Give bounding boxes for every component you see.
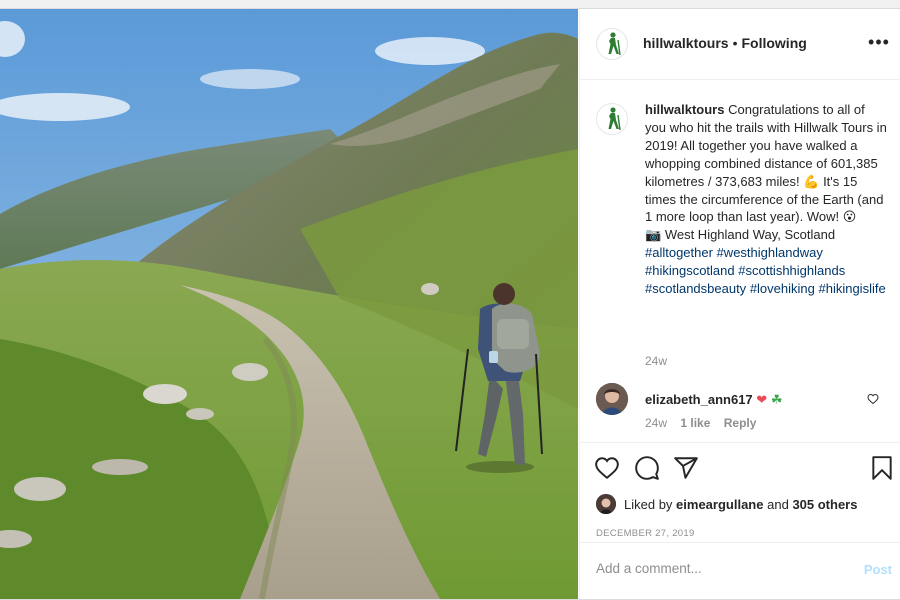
share-paper-plane-icon[interactable] bbox=[673, 455, 699, 481]
post-comment-button[interactable]: Post bbox=[864, 562, 892, 577]
comment-line: elizabeth_ann617 ❤ ☘ bbox=[645, 392, 782, 408]
post-details-panel: hillwalktours • Following ••• hillwalktour… bbox=[579, 9, 900, 599]
red-heart-emoji: ❤ bbox=[756, 392, 768, 407]
hashtag-link[interactable]: #scotlandsbeauty bbox=[645, 281, 746, 296]
following-button[interactable]: Following bbox=[741, 35, 806, 51]
shamrock-emoji: ☘ bbox=[770, 392, 783, 407]
liked-by-others-link[interactable]: 305 others bbox=[792, 497, 857, 512]
reply-button[interactable]: Reply bbox=[724, 416, 757, 430]
hashtag-link[interactable]: #westhighlandway bbox=[717, 245, 823, 260]
bookmark-icon[interactable] bbox=[869, 455, 895, 481]
hashtag-link[interactable]: #lovehiking bbox=[750, 281, 815, 296]
commenter-avatar[interactable] bbox=[596, 383, 628, 415]
separator-dot: • bbox=[732, 35, 738, 51]
liker-avatar[interactable] bbox=[596, 494, 616, 514]
caption-username[interactable]: hillwalktours bbox=[645, 102, 724, 117]
comment-bubble-icon[interactable] bbox=[634, 455, 660, 481]
commenter-username[interactable]: elizabeth_ann617 bbox=[645, 392, 753, 407]
post-date[interactable]: December 27, 2019 bbox=[596, 528, 695, 539]
comment-timestamp[interactable]: 24w bbox=[645, 416, 667, 430]
flexed-biceps-emoji: 💪 bbox=[803, 173, 820, 189]
caption-text: hillwalktours Congratulations to all of … bbox=[645, 101, 889, 298]
liked-by-prefix: Liked by bbox=[624, 497, 673, 512]
comment-like-heart-icon[interactable] bbox=[867, 393, 879, 405]
liked-by-and: and bbox=[767, 497, 789, 512]
hiker-icon bbox=[608, 107, 621, 131]
ellipsis-icon[interactable]: ••• bbox=[867, 31, 891, 55]
hiker-icon bbox=[608, 32, 621, 56]
username-link[interactable]: hillwalktours bbox=[643, 35, 729, 51]
caption-avatar[interactable] bbox=[596, 103, 628, 135]
hiker-on-highland-trail-photo bbox=[0, 9, 578, 599]
header-line: hillwalktours • Following bbox=[643, 35, 807, 51]
add-comment-input[interactable] bbox=[596, 561, 826, 576]
commenter-photo bbox=[596, 383, 628, 415]
add-comment-bar: Post bbox=[580, 542, 900, 600]
hashtag-link[interactable]: #alltogether bbox=[645, 245, 713, 260]
hashtag-link[interactable]: #hikingscotland bbox=[645, 263, 735, 278]
post-header: hillwalktours • Following ••• bbox=[580, 9, 900, 80]
comment-item: elizabeth_ann617 ❤ ☘ 24w 1 like Reply bbox=[580, 383, 900, 443]
comment-likes[interactable]: 1 like bbox=[680, 416, 710, 430]
hashtag-link[interactable]: #scottishhighlands bbox=[738, 263, 845, 278]
caption-location: West Highland Way, Scotland bbox=[664, 227, 836, 243]
account-avatar[interactable] bbox=[596, 28, 628, 60]
caption-timestamp[interactable]: 24w bbox=[645, 354, 667, 368]
post-photo[interactable] bbox=[0, 9, 578, 599]
hashtag-link[interactable]: #hikingislife bbox=[818, 281, 885, 296]
camera-emoji: 📷 bbox=[645, 227, 662, 243]
liked-by-user-link[interactable]: eimeargullane bbox=[676, 497, 763, 512]
astonished-face-emoji: 😮 bbox=[842, 209, 857, 225]
post-frame: hillwalktours • Following ••• hillwalktour… bbox=[0, 8, 900, 600]
liker-photo bbox=[596, 494, 616, 514]
like-heart-icon[interactable] bbox=[594, 455, 620, 481]
comment-meta: 24w 1 like Reply bbox=[645, 416, 766, 430]
